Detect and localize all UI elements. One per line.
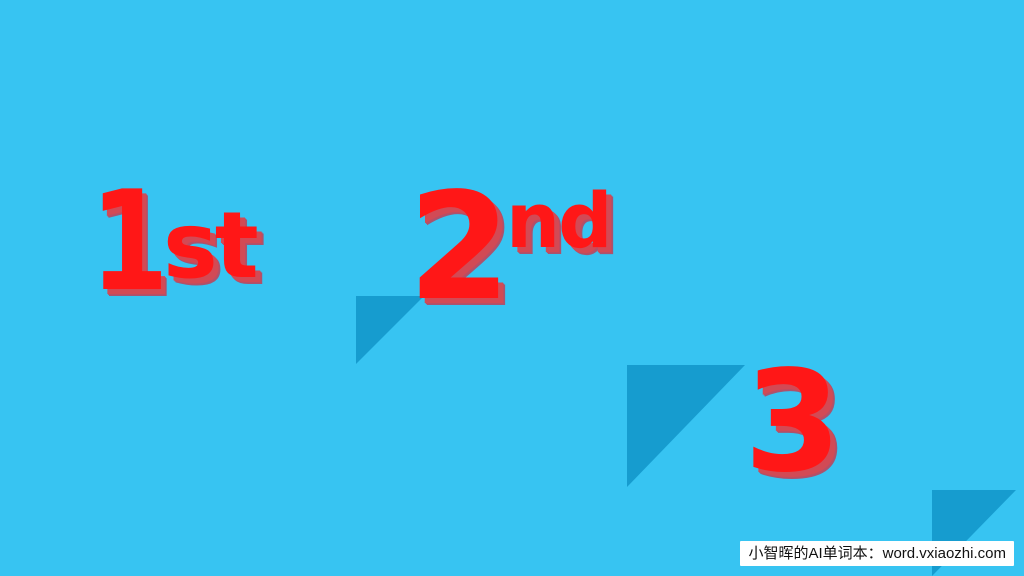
watermark-label: 小智晖的AI单词本：word.vxiaozhi.com <box>740 541 1014 566</box>
first-place-number: 1 <box>90 161 169 322</box>
third-place-label: 3 <box>744 341 841 504</box>
first-place-suffix: st <box>163 192 259 299</box>
second-place-number: 2 <box>408 161 511 333</box>
second-step-triangle <box>627 365 745 487</box>
third-place-number: 3 <box>744 341 841 504</box>
second-place-suffix: nd <box>505 176 613 265</box>
first-place-label: 1st <box>90 161 259 322</box>
ranking-slide: 1st 2nd 3 小智晖的AI单词本：word.vxiaozhi.com <box>0 0 1024 576</box>
second-place-label: 2nd <box>408 161 613 333</box>
